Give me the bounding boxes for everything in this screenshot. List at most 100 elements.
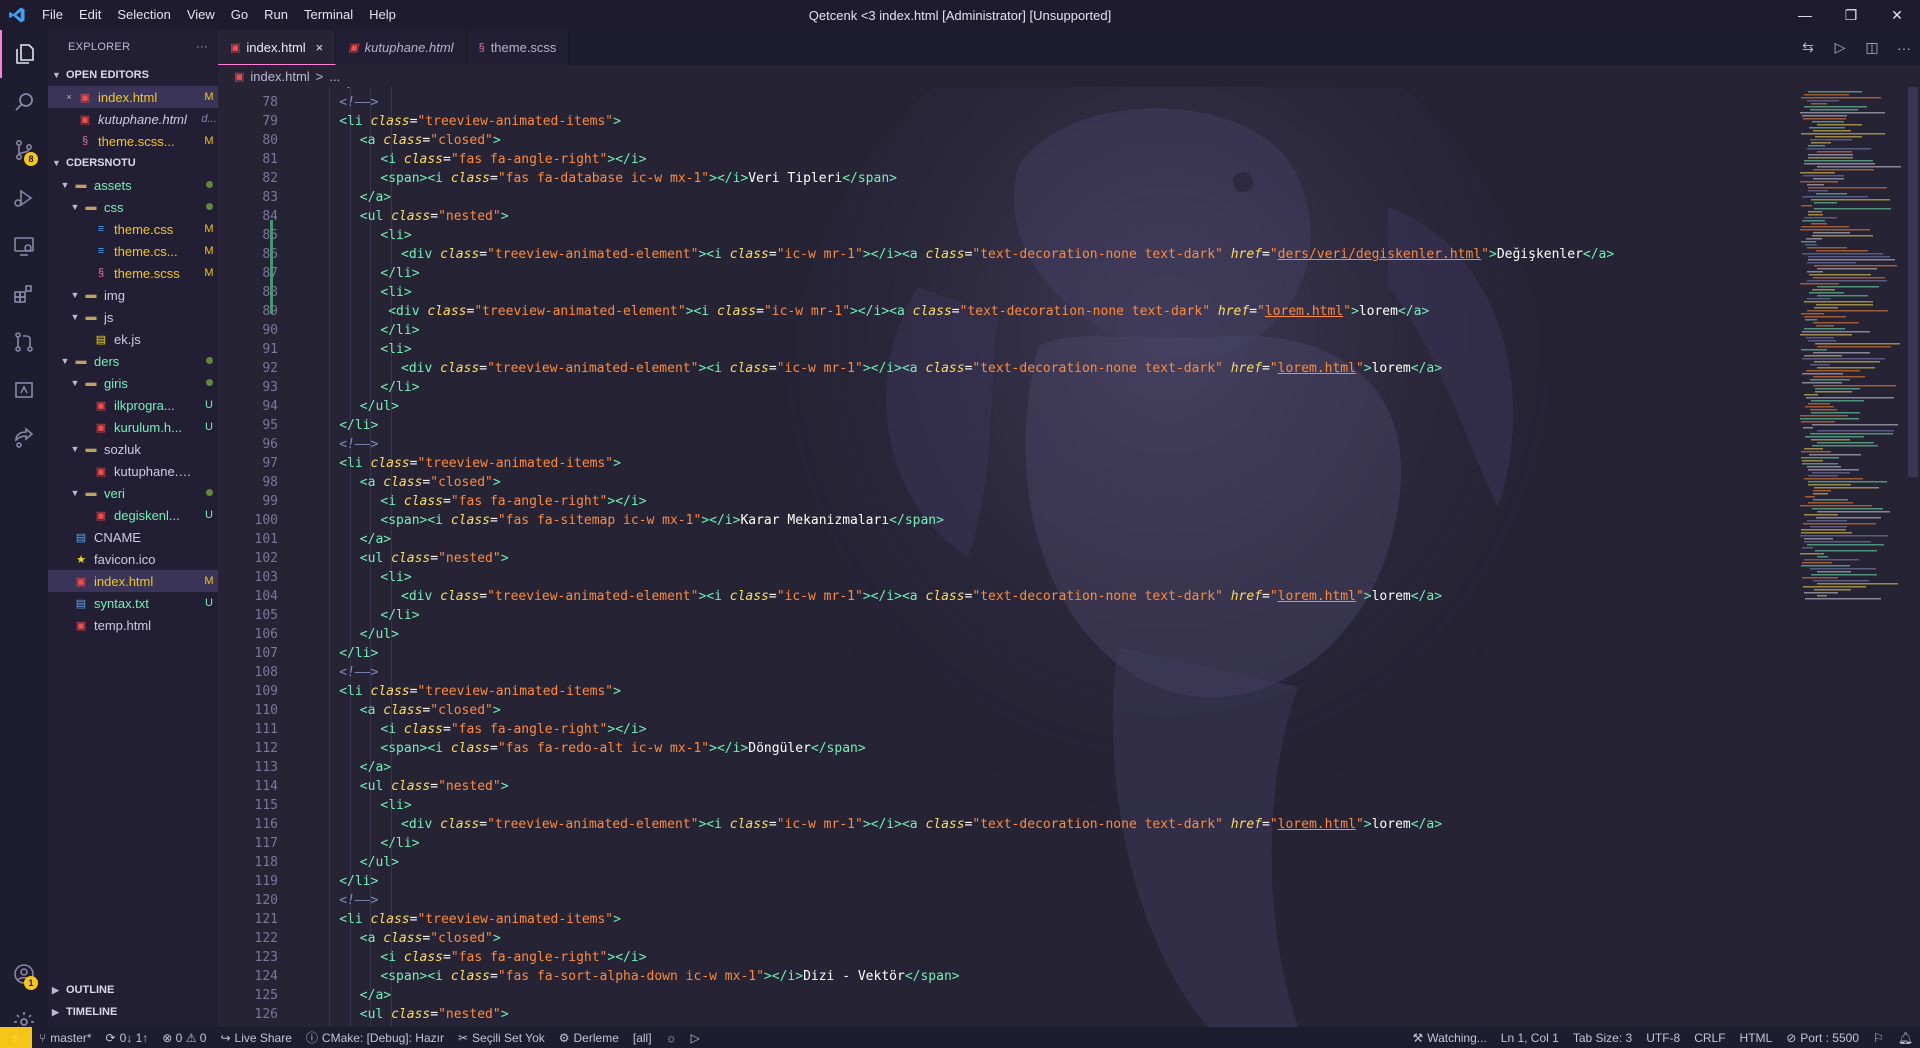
html-file-icon: ▣ (75, 575, 87, 588)
extensions-icon[interactable] (0, 270, 48, 318)
menu-terminal[interactable]: Terminal (296, 0, 361, 30)
port-item[interactable]: ⊘ Port : 5500 (1779, 1031, 1866, 1045)
problems-item[interactable]: ⊗ 0 ⚠ 0 (155, 1031, 213, 1045)
minimap-line (1808, 211, 1822, 213)
minimap-line (1802, 220, 1825, 222)
watching-item[interactable]: ⚒ Watching... (1405, 1031, 1493, 1045)
open-editor-item[interactable]: § theme.scss... M (48, 130, 218, 152)
explorer-icon[interactable] (0, 30, 48, 78)
menu-view[interactable]: View (179, 0, 223, 30)
timeline-section[interactable]: ▶ TIMELINE (48, 1001, 218, 1023)
project-section[interactable]: ▼ CDERSNOTU (48, 152, 218, 174)
tree-file[interactable]: ▣ kutuphane.html (48, 460, 218, 482)
menu-selection[interactable]: Selection (109, 0, 178, 30)
tree-folder[interactable]: ▼ ▬ assets (48, 174, 218, 196)
breadcrumb-symbols[interactable]: ... (329, 69, 340, 84)
tree-file[interactable]: ▤ ek.js (48, 328, 218, 350)
tab-kutuphane-html[interactable]: ▣ kutuphane.html (336, 30, 467, 65)
tree-folder[interactable]: ▼ ▬ sozluk (48, 438, 218, 460)
target-item[interactable]: [all] (626, 1031, 659, 1045)
build-item[interactable]: ⚙ Derleme (552, 1031, 626, 1045)
outline-section[interactable]: ▶ OUTLINE (48, 979, 218, 1001)
tree-file[interactable]: ▣ ilkprogra... U (48, 394, 218, 416)
vscode-logo-icon[interactable] (0, 0, 34, 30)
menu-edit[interactable]: Edit (71, 0, 109, 30)
minimap-line (1804, 301, 1873, 303)
live-share-item[interactable]: ↪ Live Share (213, 1031, 298, 1045)
branch-item[interactable]: ⑂ master* (32, 1031, 99, 1045)
pull-requests-icon[interactable] (0, 318, 48, 366)
code-line: <div class="treeview-animated-element"><… (380, 302, 1429, 321)
accounts-icon[interactable]: 1 (0, 950, 48, 998)
menu-run[interactable]: Run (256, 0, 296, 30)
git-status (200, 355, 218, 367)
tab-theme-scss[interactable]: § theme.scss (466, 30, 570, 65)
tree-file[interactable]: ▤ CNAME (48, 526, 218, 548)
scrollbar-thumb[interactable] (1908, 87, 1918, 477)
tree-folder[interactable]: ▼ ▬ veri (48, 482, 218, 504)
code-content[interactable]: </li><!——><li class="treeview-animated-i… (288, 87, 1790, 1027)
notifications-icon[interactable]: 🔔︎ (1891, 1031, 1920, 1045)
remote-indicator[interactable]: ⚡ (0, 1027, 32, 1048)
menu-go[interactable]: Go (223, 0, 256, 30)
open-editors-section[interactable]: ▼ OPEN EDITORS (48, 64, 218, 86)
open-editor-item[interactable]: × ▣ index.html M (48, 86, 218, 108)
encoding[interactable]: UTF-8 (1639, 1031, 1687, 1045)
source-control-icon[interactable]: 8 (0, 126, 48, 174)
live-share-icon[interactable] (0, 414, 48, 462)
launch-play-icon[interactable]: ▷ (684, 1031, 707, 1045)
kit-item[interactable]: ✂ Seçili Set Yok (451, 1031, 552, 1045)
cursor-position[interactable]: Ln 1, Col 1 (1494, 1031, 1566, 1045)
end-of-line[interactable]: CRLF (1687, 1031, 1732, 1045)
tree-file[interactable]: ▤ syntax.txt U (48, 592, 218, 614)
split-editor-icon[interactable]: ◫ (1856, 39, 1888, 56)
token-eq: = (1249, 304, 1258, 319)
sync-item[interactable]: ⟳ 0↓ 1↑ (99, 1031, 156, 1045)
minimap-line (1810, 364, 1830, 366)
language-mode[interactable]: HTML (1733, 1031, 1780, 1045)
tree-folder[interactable]: ▼ ▬ js (48, 306, 218, 328)
restore-icon[interactable]: ❐ (1828, 0, 1874, 30)
tree-file[interactable]: ▣ index.html M (48, 570, 218, 592)
test-icon[interactable] (0, 366, 48, 414)
feedback-icon[interactable]: ⚐ (1866, 1031, 1891, 1045)
debug-bug-icon[interactable]: ☼ (659, 1031, 684, 1045)
close-icon[interactable]: × (62, 92, 76, 102)
token-tag: </a> (359, 988, 392, 1003)
open-changes-icon[interactable]: ⇆ (1792, 39, 1824, 56)
tree-folder[interactable]: ▼ ▬ css (48, 196, 218, 218)
code-line: <i class="fas fa-angle-right"></i> (380, 948, 646, 967)
more-actions-icon[interactable]: ··· (1888, 40, 1920, 56)
more-actions-icon[interactable]: ··· (196, 41, 208, 53)
tree-file[interactable]: ▣ degiskenl... U (48, 504, 218, 526)
remote-explorer-icon[interactable] (0, 222, 48, 270)
menu-file[interactable]: File (34, 0, 71, 30)
run-icon[interactable]: ▷ (1824, 39, 1856, 56)
git-status: M (204, 223, 214, 235)
tree-file[interactable]: ▣ temp.html (48, 614, 218, 636)
line-number: 82 (262, 171, 278, 186)
tree-folder[interactable]: ▼ ▬ img (48, 284, 218, 306)
tree-file[interactable]: ≡ theme.cs... M (48, 240, 218, 262)
open-editor-item[interactable]: ▣ kutuphane.html d... (48, 108, 218, 130)
minimap[interactable] (1796, 87, 1906, 607)
token-str: "treeview-animated-items" (417, 114, 614, 129)
tree-file[interactable]: ★ favicon.ico (48, 548, 218, 570)
tree-file[interactable]: § theme.scss M (48, 262, 218, 284)
tree-folder[interactable]: ▼ ▬ ders (48, 350, 218, 372)
close-icon[interactable]: × (316, 40, 324, 55)
tree-file[interactable]: ▣ kurulum.h... U (48, 416, 218, 438)
tab-size[interactable]: Tab Size: 3 (1566, 1031, 1639, 1045)
tab-index-html[interactable]: ▣ index.html × (218, 30, 337, 65)
minimize-icon[interactable]: — (1782, 0, 1828, 30)
close-window-icon[interactable]: ✕ (1874, 0, 1920, 30)
vertical-scrollbar[interactable] (1906, 87, 1920, 1027)
breadcrumb-file[interactable]: index.html (250, 69, 309, 84)
run-debug-icon[interactable] (0, 174, 48, 222)
search-icon[interactable] (0, 78, 48, 126)
code-editor[interactable]: 7778798081828384858687888990919293949596… (218, 87, 1920, 1027)
tree-folder[interactable]: ▼ ▬ giris (48, 372, 218, 394)
tree-file[interactable]: ≡ theme.css M (48, 218, 218, 240)
menu-help[interactable]: Help (361, 0, 404, 30)
cmake-item[interactable]: ⓘ CMake: [Debug]: Hazır (299, 1029, 451, 1046)
